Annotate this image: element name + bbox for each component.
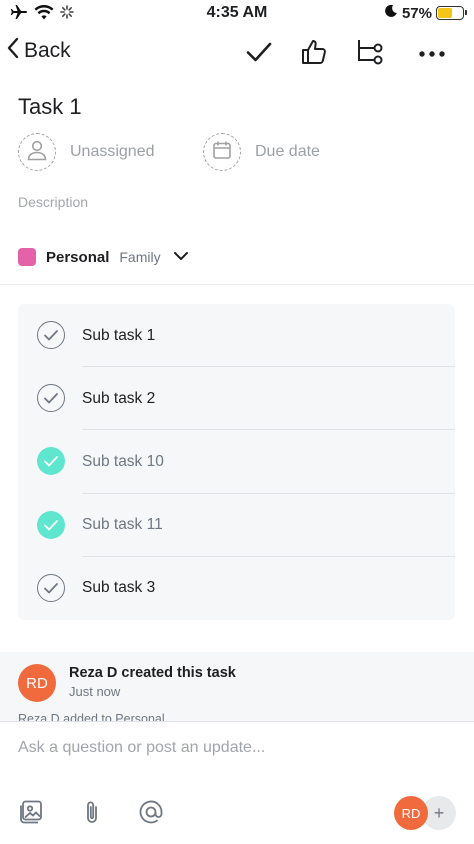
project-selector[interactable]: Personal Family	[18, 248, 189, 266]
comment-input[interactable]	[18, 739, 458, 757]
activity-time: Just now	[69, 684, 121, 699]
task-title[interactable]: Task 1	[18, 94, 82, 120]
subtask-row[interactable]: Sub task 11	[18, 494, 455, 557]
collaborators[interactable]: RD +	[394, 796, 456, 830]
attachment-icon	[82, 798, 102, 831]
activity-feed: RD Reza D created this task Just now Rez…	[0, 652, 474, 722]
add-photo-button[interactable]	[16, 798, 46, 830]
avatar: RD	[18, 664, 56, 702]
assignee-label: Unassigned	[70, 143, 155, 160]
composer-divider	[0, 721, 474, 722]
subtask-row[interactable]: Sub task 1	[18, 304, 455, 368]
mark-complete-button[interactable]	[243, 38, 275, 70]
description-field[interactable]: Description	[18, 194, 88, 210]
mention-button[interactable]	[136, 798, 166, 830]
subtask-label: Sub task 1	[82, 326, 156, 344]
back-button[interactable]: Back	[6, 36, 71, 66]
checkmark-icon	[245, 40, 273, 69]
subtask-row[interactable]: Sub task 10	[18, 430, 455, 494]
avatar: RD	[394, 796, 428, 830]
subtask-list: Sub task 1 Sub task 2 Sub task 10 Sub task …	[18, 304, 455, 620]
status-bar: 4:35 AM 57%	[0, 0, 474, 28]
moon-icon	[384, 4, 398, 22]
subtasks-button[interactable]	[354, 38, 386, 70]
battery-percent: 57%	[401, 4, 432, 22]
project-color-swatch	[18, 248, 36, 266]
calendar-icon	[212, 140, 232, 165]
chevron-left-icon	[6, 36, 20, 66]
more-icon	[418, 45, 446, 63]
subtasks-icon	[355, 37, 385, 72]
incomplete-check-icon[interactable]	[37, 321, 65, 349]
subtask-label: Sub task 2	[82, 389, 156, 407]
thumbs-up-icon	[300, 38, 328, 71]
like-button[interactable]	[298, 38, 330, 70]
due-date-field[interactable]: Due date	[203, 133, 320, 171]
section-divider	[0, 284, 474, 285]
assignee-avatar-placeholder	[18, 133, 56, 171]
subtask-label: Sub task 11	[82, 516, 163, 534]
chevron-down-icon	[173, 248, 189, 266]
nav-bar: Back	[0, 32, 474, 76]
person-icon	[26, 139, 48, 166]
more-button[interactable]	[416, 38, 448, 70]
assignee-field[interactable]: Unassigned	[18, 133, 155, 171]
project-name: Personal	[46, 248, 110, 266]
photo-icon	[18, 799, 44, 830]
completed-check-icon[interactable]	[37, 447, 65, 476]
composer-toolbar: RD +	[0, 794, 474, 834]
mention-icon	[138, 799, 164, 830]
activity-title: Reza D created this task	[69, 665, 236, 681]
back-label: Back	[24, 39, 71, 62]
subtask-label: Sub task 10	[82, 452, 164, 470]
battery-icon	[436, 6, 467, 20]
project-section: Family	[119, 249, 161, 265]
attach-button[interactable]	[77, 798, 107, 830]
subtask-row[interactable]: Sub task 2	[18, 367, 455, 431]
completed-check-icon[interactable]	[37, 510, 65, 539]
incomplete-check-icon[interactable]	[37, 384, 65, 413]
status-right: 57%	[384, 4, 467, 22]
subtask-row[interactable]: Sub task 3	[18, 557, 455, 620]
incomplete-check-icon[interactable]	[37, 573, 65, 602]
battery-level-fill	[438, 8, 452, 18]
subtask-label: Sub task 3	[82, 579, 156, 597]
due-date-label: Due date	[255, 143, 320, 160]
due-date-placeholder	[203, 133, 241, 171]
